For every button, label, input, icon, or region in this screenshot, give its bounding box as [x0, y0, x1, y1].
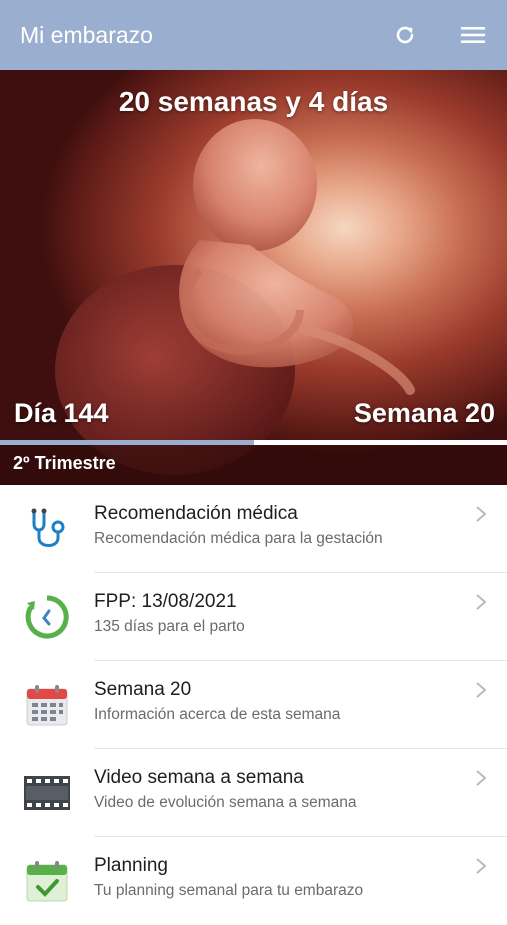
clock-countdown-icon [0, 594, 94, 640]
list-item-subtitle: Tu planning semanal para tu embarazo [94, 882, 364, 899]
feature-list: Recomendación médica Recomendación médic… [0, 485, 507, 925]
list-item-due-date[interactable]: FPP: 13/08/2021 135 días para el parto [0, 573, 507, 661]
list-item-subtitle: Video de evolución semana a semana [94, 794, 357, 811]
list-item-subtitle: Recomendación médica para la gestación [94, 530, 383, 547]
chevron-right-icon [476, 594, 487, 610]
app-bar: Mi embarazo [0, 0, 507, 70]
film-icon [0, 773, 94, 813]
hamburger-menu-icon[interactable] [459, 21, 487, 49]
trimester-label: 2º Trimestre [13, 453, 116, 473]
list-item-title: Video semana a semana [94, 767, 304, 788]
week-counter: Semana 20 [353, 398, 495, 428]
chevron-right-icon [476, 506, 487, 522]
list-item-week-info[interactable]: Semana 20 Información acerca de esta sem… [0, 661, 507, 749]
gestation-time-title: 20 semanas y 4 días [118, 86, 389, 117]
calendar-icon [0, 682, 94, 728]
list-item-title: Recomendación médica [94, 503, 298, 524]
chevron-right-icon [476, 858, 487, 874]
chevron-right-icon [476, 770, 487, 786]
list-item-subtitle: Información acerca de esta semana [94, 706, 341, 723]
list-item-title: Planning [94, 855, 168, 876]
list-item-medical-recommendation[interactable]: Recomendación médica Recomendación médic… [0, 485, 507, 573]
stethoscope-icon [0, 506, 94, 552]
calendar-check-icon [0, 858, 94, 904]
list-item-planning[interactable]: Planning Tu planning semanal para tu emb… [0, 837, 507, 925]
list-item-title: Semana 20 [94, 679, 192, 700]
trimester-bar: 2º Trimestre [0, 445, 507, 485]
list-item-title: FPP: 13/08/2021 [94, 591, 237, 612]
chevron-right-icon [476, 682, 487, 698]
app-title: Mi embarazo [20, 21, 153, 48]
list-item-weekly-video[interactable]: Video semana a semana Video de evolución… [0, 749, 507, 837]
day-counter: Día 144 [14, 398, 109, 428]
pregnancy-hero-banner: 20 semanas y 4 días Día 144 Semana 20 2º… [0, 70, 507, 485]
list-item-subtitle: 135 días para el parto [94, 618, 245, 635]
refresh-icon[interactable] [391, 21, 419, 49]
